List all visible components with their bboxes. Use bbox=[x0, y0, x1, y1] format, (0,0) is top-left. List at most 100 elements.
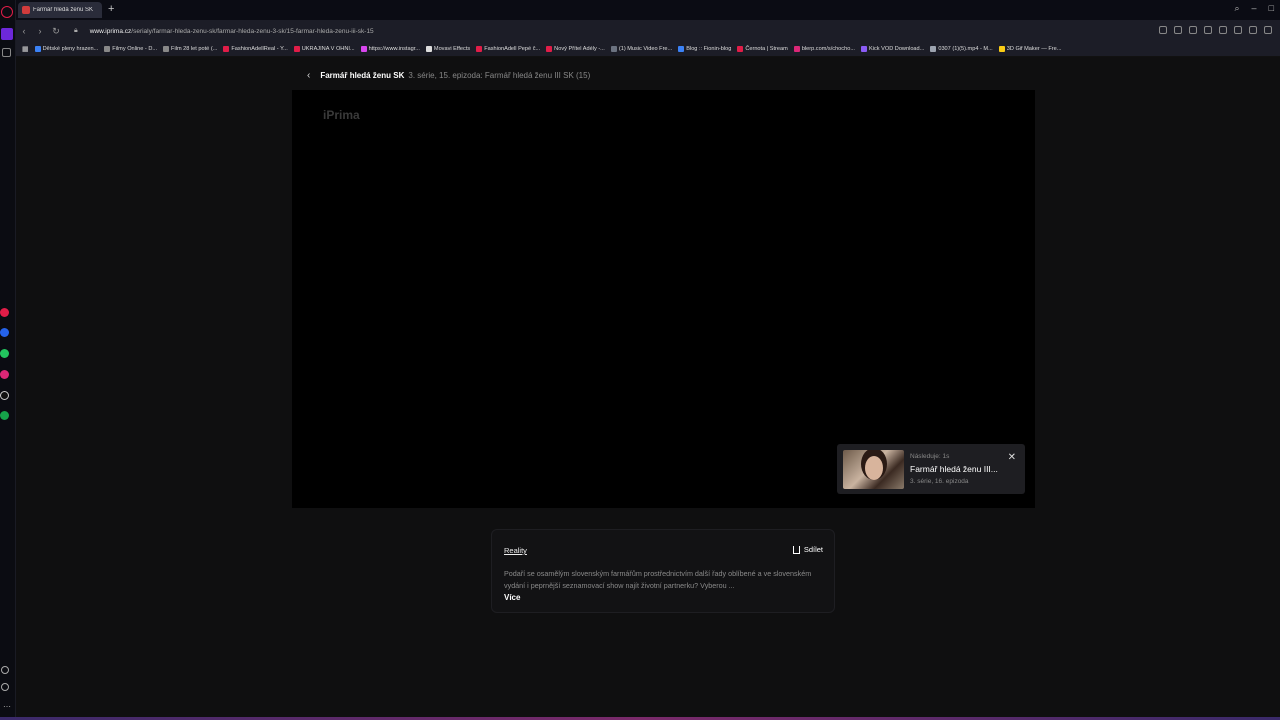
bookmark-favicon-icon bbox=[163, 46, 170, 52]
bookmark-label: FashionAdellReal - Y... bbox=[231, 46, 288, 52]
bookmark-label: Movavi Effects bbox=[433, 46, 471, 52]
bookmark-label: 3D Gif Maker — Fre... bbox=[1006, 46, 1062, 52]
bookmark-favicon-icon bbox=[476, 46, 483, 52]
maximize-button[interactable]: □ bbox=[1269, 3, 1274, 14]
genre-link[interactable]: Reality bbox=[504, 546, 527, 555]
bookmark-item[interactable]: https://www.instagr... bbox=[360, 46, 420, 52]
more-button[interactable]: Více bbox=[504, 593, 520, 602]
address-bar: ‹ › ↻ 🔒︎ www.iprima.cz/serialy/farmar-hl… bbox=[16, 20, 1280, 42]
next-up-label: Následuje: 1s bbox=[910, 453, 950, 460]
pin-icon[interactable] bbox=[2, 48, 11, 57]
tab-bar: Farmář hledá ženu SK + ⌕ – □ bbox=[16, 0, 1280, 20]
bookmark-label: UKRAJINA V OHNI... bbox=[301, 46, 355, 52]
search-icon[interactable]: ⌕ bbox=[1235, 3, 1240, 14]
bookmark-favicon-icon bbox=[34, 46, 41, 52]
bookmark-label: https://www.instagr... bbox=[368, 46, 420, 52]
bookmark-item[interactable]: UKRAJINA V OHNI... bbox=[293, 46, 355, 52]
episode-description: Podaří se osamělým slovenským farmářům p… bbox=[504, 569, 812, 590]
camera-icon[interactable] bbox=[1174, 26, 1182, 34]
bookmark-label: 0307 (1)(5).mp4 - M... bbox=[938, 46, 993, 52]
spotify-icon[interactable] bbox=[0, 411, 9, 420]
home-icon[interactable] bbox=[1, 28, 13, 40]
gmail-icon[interactable] bbox=[0, 308, 9, 317]
heart-icon[interactable] bbox=[1219, 26, 1227, 34]
bookmark-favicon-icon bbox=[610, 46, 617, 52]
episode-info-card: Reality Sdílet Podaří se osamělým sloven… bbox=[491, 529, 835, 613]
menu-icon[interactable] bbox=[1249, 26, 1257, 34]
reload-button[interactable]: ↻ bbox=[48, 26, 64, 37]
bookmark-favicon-icon bbox=[998, 46, 1005, 52]
bookmark-favicon-icon bbox=[546, 46, 553, 52]
back-button[interactable]: ‹ bbox=[16, 26, 32, 36]
play-icon[interactable] bbox=[1204, 26, 1212, 34]
more-icon[interactable]: ⋯ bbox=[1, 700, 13, 712]
bookmark-favicon-icon bbox=[104, 46, 111, 52]
shield-icon[interactable] bbox=[1189, 26, 1197, 34]
video-player[interactable]: iPrima Následuje: 1s Farmář hledá ženu I… bbox=[292, 90, 1035, 508]
url-path: /serialy/farmar-hleda-zenu-sk/farmar-hle… bbox=[131, 27, 374, 35]
instagram-icon[interactable] bbox=[0, 370, 9, 379]
back-arrow-icon[interactable]: ‹ bbox=[307, 70, 310, 81]
history-icon[interactable] bbox=[1, 683, 9, 691]
messenger-icon[interactable] bbox=[0, 328, 9, 337]
close-icon[interactable]: ✕ bbox=[1008, 453, 1016, 463]
address-bar-icons bbox=[1159, 26, 1272, 34]
bookmark-favicon-icon bbox=[793, 46, 800, 52]
tab-active[interactable]: Farmář hledá ženu SK bbox=[18, 2, 102, 18]
url-domain: www.iprima.cz bbox=[89, 27, 132, 35]
profile-icon[interactable] bbox=[1264, 26, 1272, 34]
bookmark-label: Černota | Stream bbox=[745, 46, 788, 52]
page-content: ‹ Farmář hledá ženu SK 3. série, 15. epi… bbox=[17, 58, 1280, 720]
tab-favicon-icon bbox=[22, 6, 30, 14]
lock-icon[interactable]: 🔒︎ bbox=[74, 27, 78, 35]
next-episode-thumbnail[interactable] bbox=[843, 450, 904, 489]
bookmark-favicon-icon bbox=[425, 46, 432, 52]
tab-title: Farmář hledá ženu SK bbox=[33, 7, 94, 13]
bookmark-item[interactable]: Černota | Stream bbox=[737, 46, 788, 52]
bookmark-label: Nový Přítel Adély -... bbox=[554, 46, 605, 52]
opera-logo-icon[interactable] bbox=[1, 6, 13, 18]
bookmark-label: FashionAdell Pepé č... bbox=[484, 46, 541, 52]
whatsapp-icon[interactable] bbox=[0, 349, 9, 358]
new-tab-button[interactable]: + bbox=[108, 3, 114, 16]
bookmark-item[interactable]: Movavi Effects bbox=[425, 46, 471, 52]
forward-button[interactable]: › bbox=[32, 26, 48, 36]
bookmark-item[interactable]: Nový Přítel Adély -... bbox=[546, 46, 605, 52]
minimize-button[interactable]: – bbox=[1252, 3, 1257, 14]
bookmark-label: Blog :: Fionin-blog bbox=[686, 46, 732, 52]
bookmark-item[interactable]: blerp.com/s/chocho... bbox=[793, 46, 855, 52]
bookmarks-bar: ▦ Dětské pleny hrazen... Filmy Online - D… bbox=[16, 42, 1280, 57]
bookmark-item[interactable]: Film 28 let poté (... bbox=[163, 46, 217, 52]
share-icon bbox=[792, 545, 800, 554]
bookmark-item[interactable]: FashionAdellReal - Y... bbox=[223, 46, 288, 52]
bookmark-grid-icon[interactable]: ▦ bbox=[22, 45, 29, 53]
download-icon[interactable] bbox=[1234, 26, 1242, 34]
bookmark-favicon-icon bbox=[860, 46, 867, 52]
bookmark-favicon-icon bbox=[930, 46, 937, 52]
next-episode-card[interactable]: Následuje: 1s Farmář hledá ženu III... 3… bbox=[837, 444, 1025, 494]
episode-title: 3. série, 15. epizoda: Farmář hledá ženu… bbox=[408, 71, 591, 80]
show-title-link[interactable]: Farmář hledá ženu SK bbox=[320, 71, 404, 80]
bookmark-item[interactable]: Kick VOD Download... bbox=[860, 46, 924, 52]
bookmark-favicon-icon bbox=[293, 46, 300, 52]
next-episode-title[interactable]: Farmář hledá ženu III... bbox=[910, 464, 998, 474]
bookmark-item[interactable]: Blog :: Fionin-blog bbox=[678, 46, 731, 52]
bookmark-label: Filmy Online - D... bbox=[112, 46, 158, 52]
bookmark-item[interactable]: 3D Gif Maker — Fre... bbox=[998, 46, 1062, 52]
bookmark-favicon-icon bbox=[737, 46, 744, 52]
bookmark-item[interactable]: Filmy Online - D... bbox=[104, 46, 157, 52]
bookmark-item[interactable]: 0307 (1)(5).mp4 - M... bbox=[930, 46, 993, 52]
bookmark-favicon-icon bbox=[223, 46, 230, 52]
tiktok-icon[interactable] bbox=[0, 391, 9, 400]
url-field[interactable]: www.iprima.cz/serialy/farmar-hleda-zenu-… bbox=[90, 28, 374, 35]
translate-icon[interactable] bbox=[1159, 26, 1167, 34]
heart-icon[interactable] bbox=[1, 666, 9, 674]
bookmark-label: blerp.com/s/chocho... bbox=[801, 46, 855, 52]
bookmark-label: Dětské pleny hrazen... bbox=[42, 46, 99, 52]
bookmark-item[interactable]: Dětské pleny hrazen... bbox=[34, 46, 99, 52]
share-label: Sdílet bbox=[803, 545, 823, 554]
iprima-watermark: iPrima bbox=[323, 108, 360, 122]
share-button[interactable]: Sdílet bbox=[792, 545, 823, 554]
bookmark-item[interactable]: (1) Music Video Fre... bbox=[610, 46, 672, 52]
bookmark-item[interactable]: FashionAdell Pepé č... bbox=[476, 46, 540, 52]
